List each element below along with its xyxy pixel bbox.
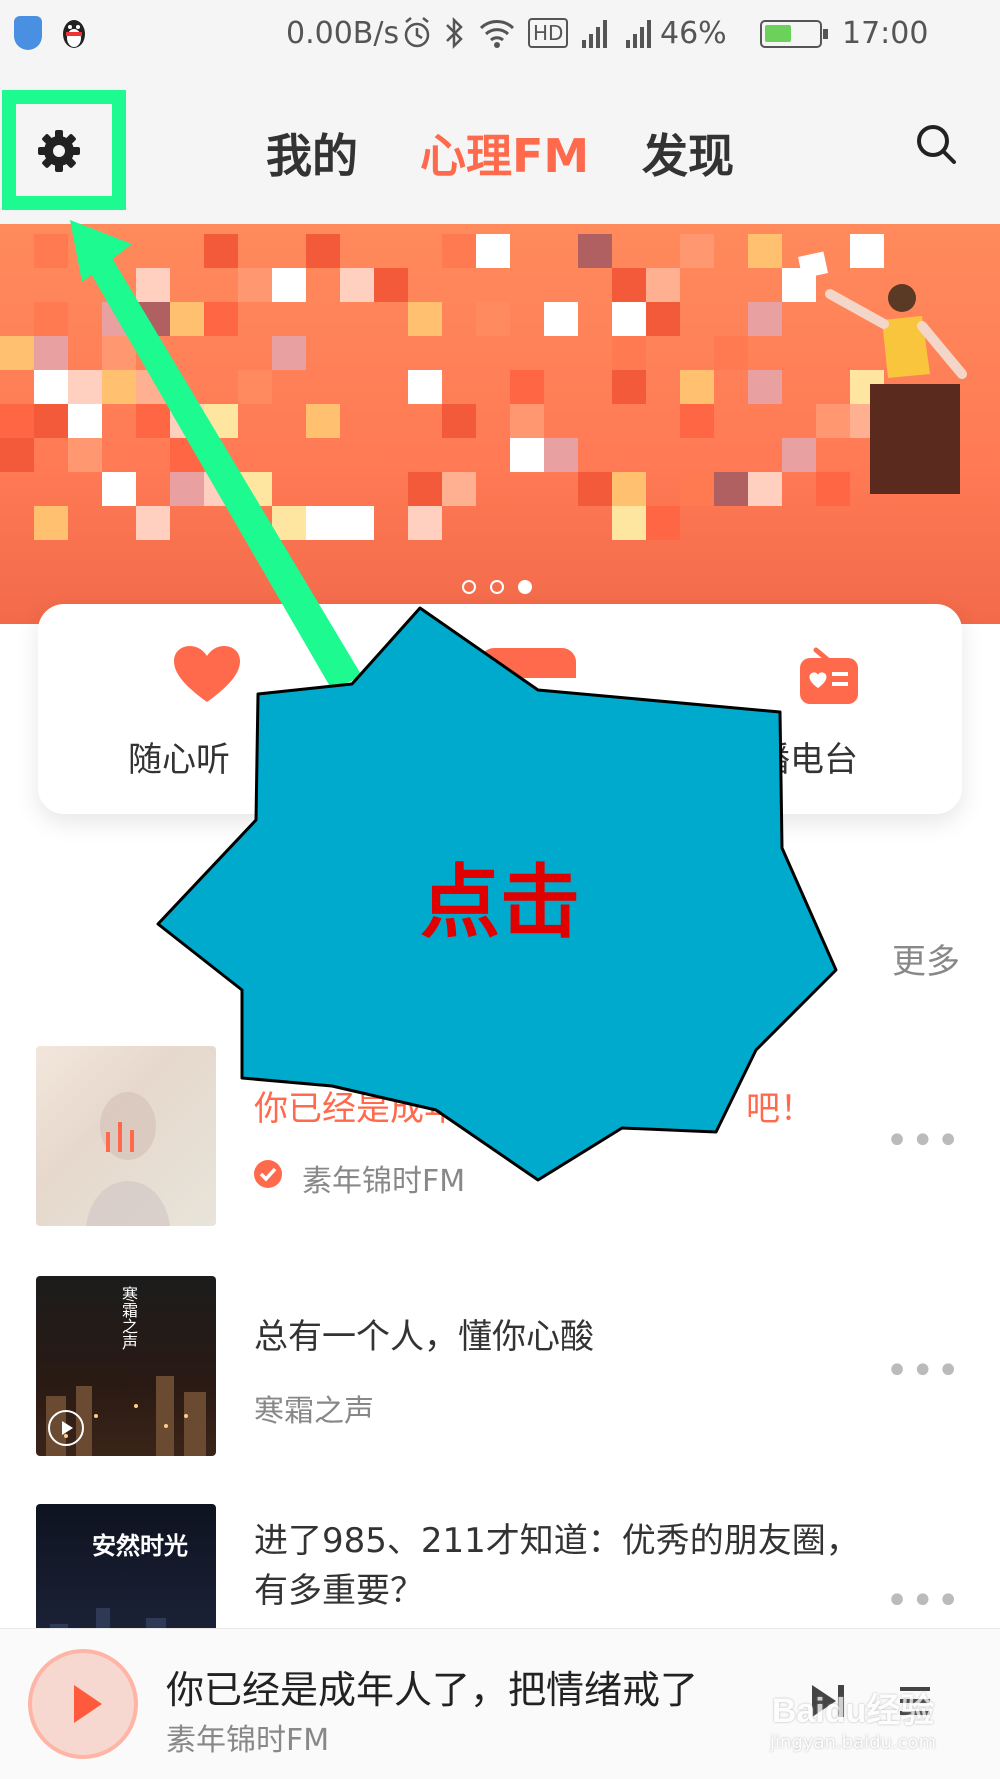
annotation-label: 点击 <box>420 856 580 949</box>
annotation-arrow <box>70 220 362 690</box>
